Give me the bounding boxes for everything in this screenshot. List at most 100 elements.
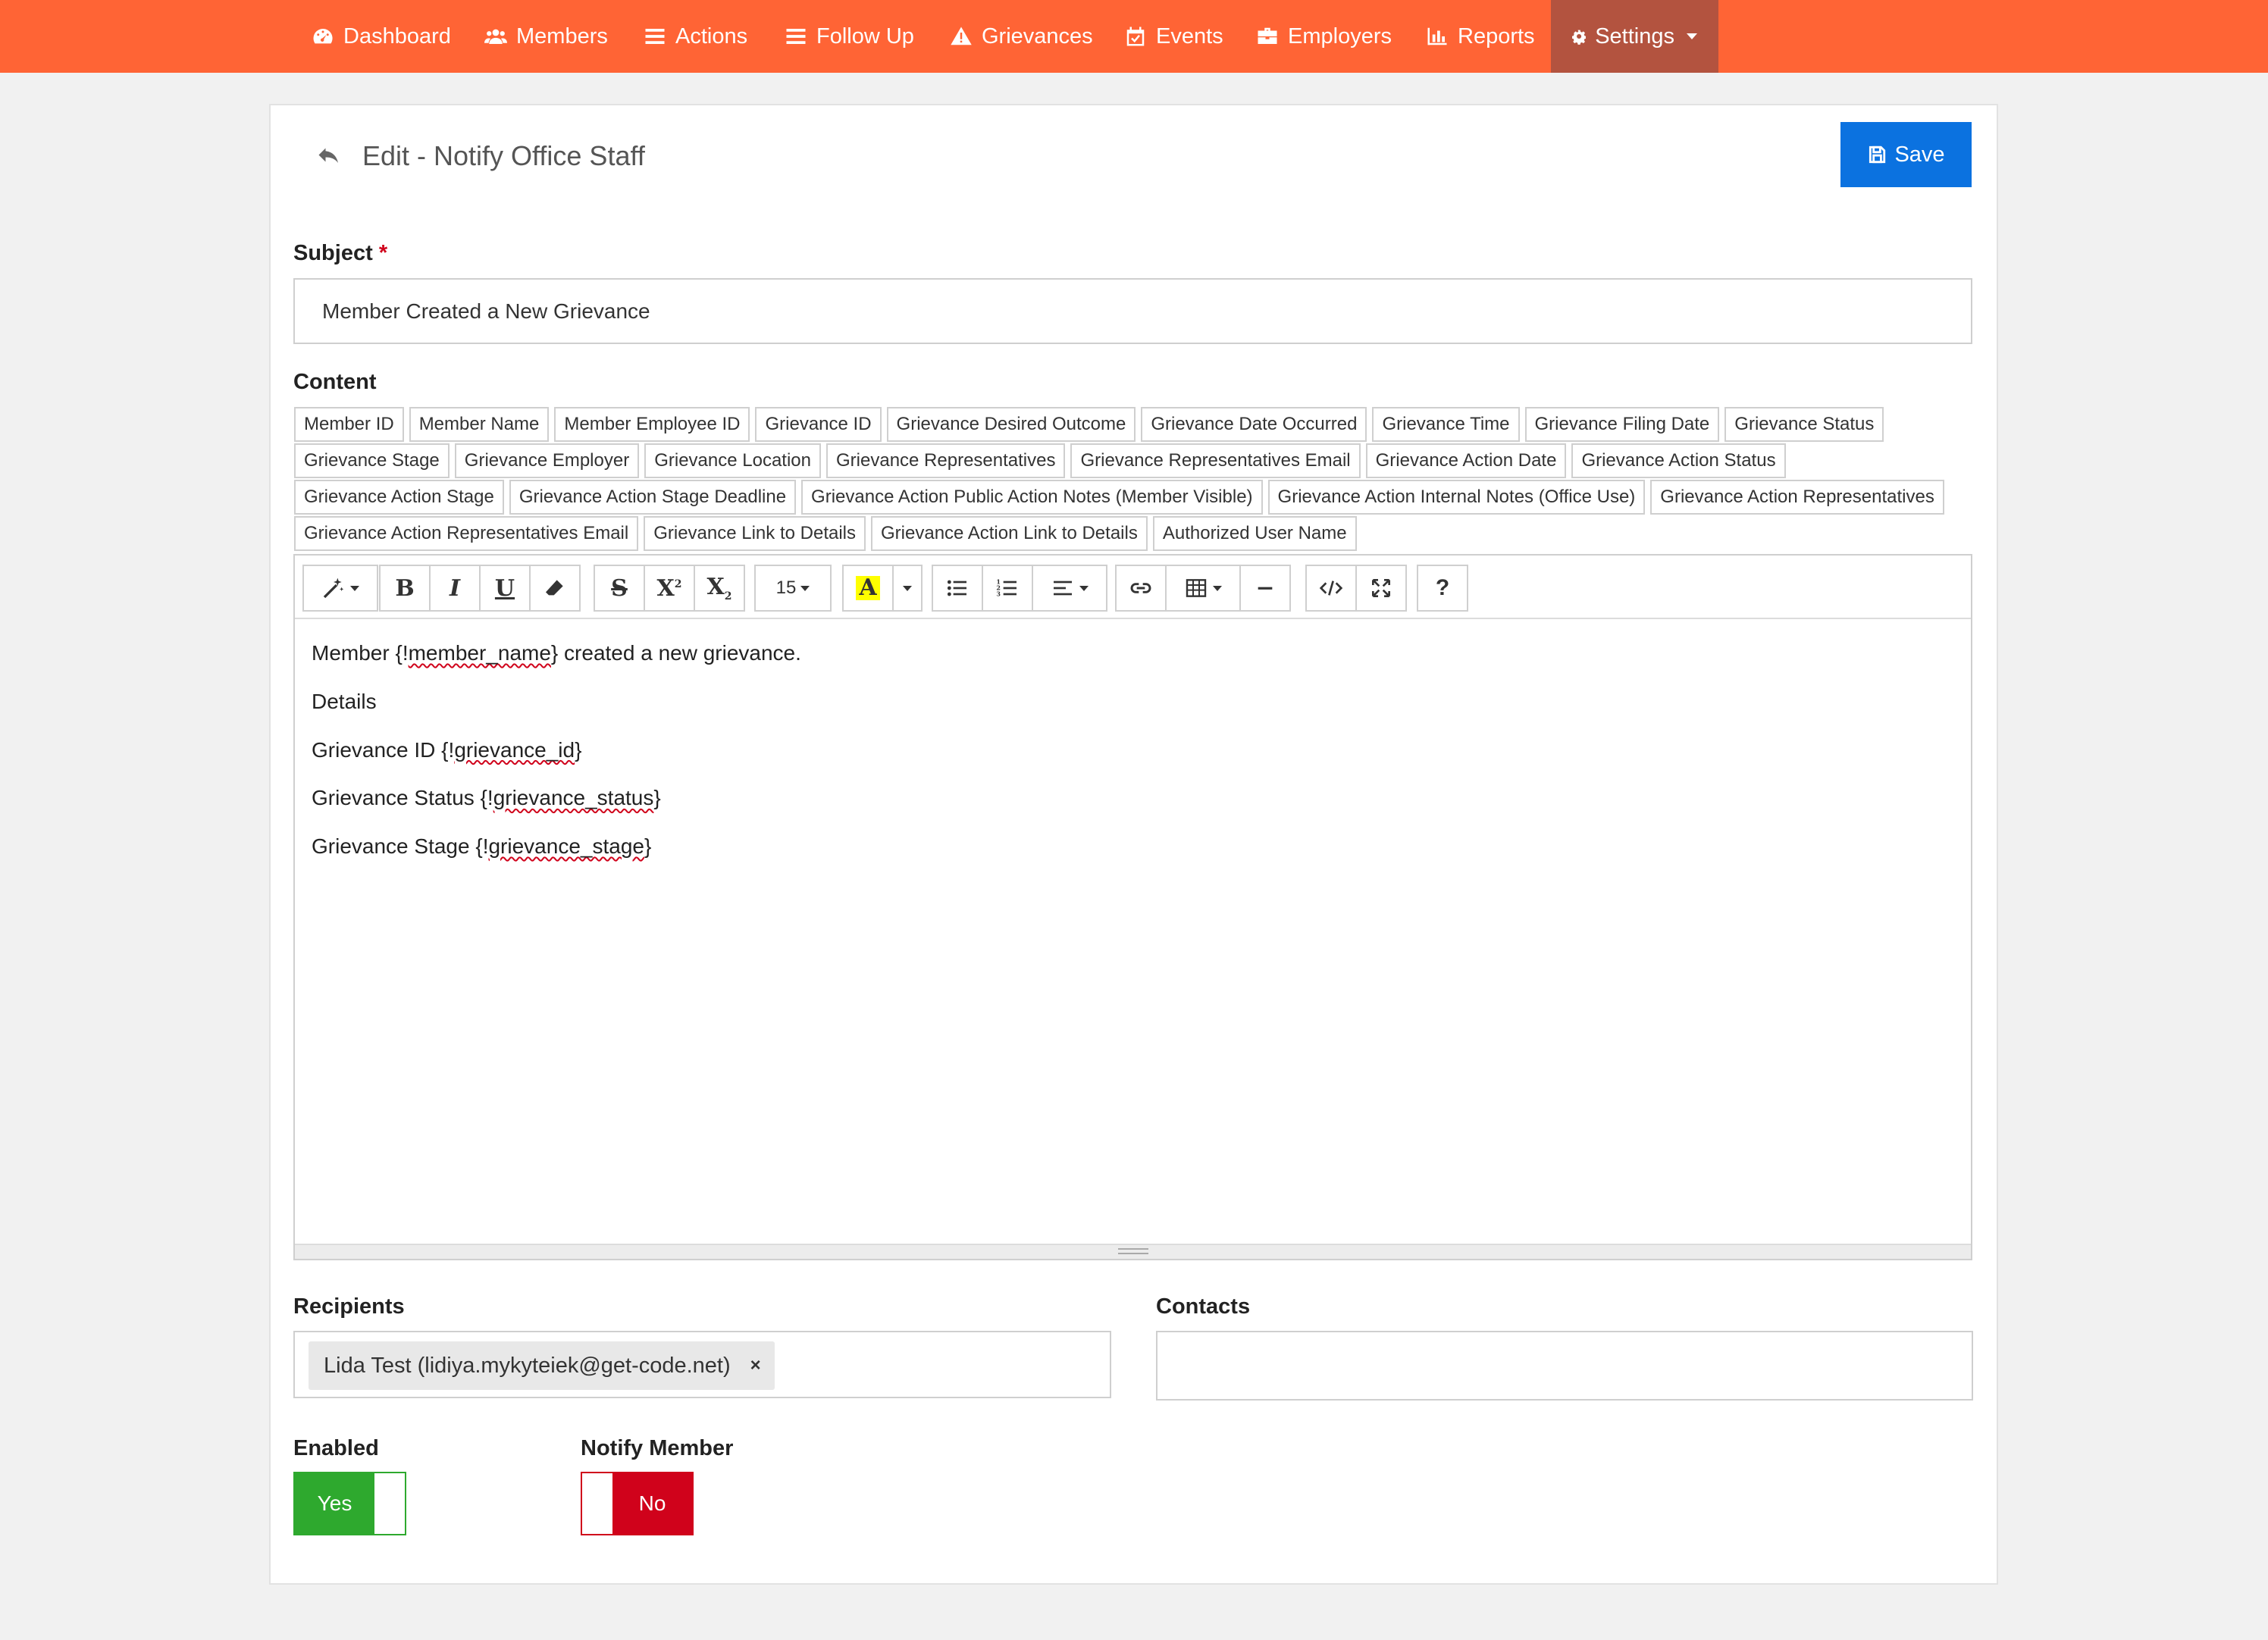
magic-wand-icon xyxy=(323,577,344,599)
users-icon xyxy=(484,29,507,44)
warning-icon xyxy=(951,27,972,45)
merge-tag-button[interactable]: Member Employee ID xyxy=(554,407,750,442)
chevron-down-icon xyxy=(1687,33,1697,39)
merge-tag-button[interactable]: Authorized User Name xyxy=(1152,516,1357,551)
code-view-button[interactable] xyxy=(1305,565,1357,612)
merge-tag-button[interactable]: Grievance Action Representatives xyxy=(1650,480,1944,515)
align-dropdown-button[interactable] xyxy=(1032,565,1107,612)
nav-settings[interactable]: Settings xyxy=(1551,0,1718,73)
merge-tag-button[interactable]: Grievance ID xyxy=(755,407,882,442)
color-dropdown-button[interactable] xyxy=(892,565,923,612)
notify-member-toggle[interactable]: No xyxy=(581,1472,694,1535)
merge-tag-button[interactable]: Grievance Desired Outcome xyxy=(886,407,1136,442)
unordered-list-button[interactable] xyxy=(932,565,983,612)
contacts-label: Contacts xyxy=(1156,1294,1251,1319)
page-title: Edit - Notify Office Staff xyxy=(362,140,645,171)
nav-events[interactable]: Events xyxy=(1124,0,1223,73)
merge-tag-button[interactable]: Grievance Action Public Action Notes (Me… xyxy=(801,480,1263,515)
back-arrow-icon[interactable] xyxy=(315,142,343,170)
bullet-list-icon xyxy=(947,580,966,596)
nav-members[interactable]: Members xyxy=(484,0,608,73)
merge-tag-button[interactable]: Grievance Date Occurred xyxy=(1141,407,1367,442)
style-dropdown-button[interactable] xyxy=(302,565,378,612)
merge-tag-button[interactable]: Grievance Action Link to Details xyxy=(871,516,1148,551)
editor-resize-handle[interactable] xyxy=(295,1244,1971,1259)
merge-tag-button[interactable]: Grievance Status xyxy=(1724,407,1884,442)
subject-input[interactable]: Member Created a New Grievance xyxy=(293,278,1972,344)
underline-button[interactable]: U xyxy=(479,565,531,612)
floppy-disk-icon xyxy=(1869,146,1886,164)
merge-tag-button[interactable]: Grievance Action Stage Deadline xyxy=(509,480,797,515)
ordered-list-button[interactable]: 123 xyxy=(982,565,1033,612)
help-icon: ? xyxy=(1435,575,1450,600)
subscript-button[interactable]: X2 xyxy=(694,565,745,612)
font-size-value: 15 xyxy=(775,577,797,598)
nav-follow-up[interactable]: Follow Up xyxy=(785,0,914,73)
fullscreen-button[interactable] xyxy=(1355,565,1407,612)
table-dropdown-button[interactable] xyxy=(1165,565,1241,612)
strikethrough-button[interactable]: S xyxy=(594,565,645,612)
bold-button[interactable]: B xyxy=(379,565,431,612)
recipient-chip: Lida Test (lidiya.mykyteiek@get-code.net… xyxy=(309,1341,775,1390)
nav-grievances[interactable]: Grievances xyxy=(950,0,1093,73)
rich-text-editor[interactable]: B I U S X2 X2 15 A 1 2 3 ? Member {!memb… xyxy=(293,554,1972,1260)
toolbar-group-script: S X2 X2 xyxy=(594,565,745,612)
merge-tag-button[interactable]: Member Name xyxy=(409,407,550,442)
recipients-select[interactable]: Lida Test (lidiya.mykyteiek@get-code.net… xyxy=(293,1331,1111,1398)
text-color-icon: A xyxy=(856,576,880,600)
merge-tag-button[interactable]: Grievance Employer xyxy=(454,443,640,478)
merge-tag-button[interactable]: Grievance Action Date xyxy=(1365,443,1567,478)
merge-tag-button[interactable]: Grievance Representatives Email xyxy=(1070,443,1361,478)
nav-reports[interactable]: Reports xyxy=(1426,0,1535,73)
merge-tag-button[interactable]: Grievance Action Internal Notes (Office … xyxy=(1267,480,1646,515)
merge-tag-button[interactable]: Grievance Location xyxy=(644,443,821,478)
caret-down-icon xyxy=(1213,585,1222,591)
recipient-chip-label: Lida Test (lidiya.mykyteiek@get-code.net… xyxy=(324,1353,731,1378)
nav-label: Follow Up xyxy=(816,23,914,49)
merge-tag-button[interactable]: Grievance Filing Date xyxy=(1524,407,1720,442)
follow-up-icon xyxy=(786,29,806,44)
merge-tag-button[interactable]: Grievance Action Status xyxy=(1571,443,1786,478)
caret-down-icon xyxy=(1079,585,1089,591)
merge-tag-button[interactable]: Grievance Action Representatives Email xyxy=(294,516,639,551)
content-line: Details xyxy=(312,689,377,713)
merge-tag-button[interactable]: Grievance Representatives xyxy=(826,443,1066,478)
clear-format-button[interactable] xyxy=(529,565,581,612)
nav-employers[interactable]: Employers xyxy=(1256,0,1392,73)
superscript-button[interactable]: X2 xyxy=(644,565,695,612)
merge-variable: grievance_status xyxy=(493,786,654,810)
text-segment: Grievance Stage {! xyxy=(312,834,489,859)
save-button[interactable]: Save xyxy=(1840,122,1972,187)
editor-content[interactable]: Member {!member_name} created a new grie… xyxy=(312,639,801,881)
help-button[interactable]: ? xyxy=(1417,565,1468,612)
subject-label-text: Subject xyxy=(293,241,373,265)
nav-label: Actions xyxy=(675,23,748,49)
merge-tag-list: Member ID Member Name Member Employee ID Gr… xyxy=(294,407,1977,551)
table-icon xyxy=(1186,579,1207,597)
text-segment: } xyxy=(653,786,661,810)
nav-actions[interactable]: Actions xyxy=(644,0,747,73)
merge-tag-button[interactable]: Member ID xyxy=(294,407,404,442)
link-button[interactable] xyxy=(1115,565,1167,612)
highlight-color-button[interactable]: A xyxy=(842,565,894,612)
merge-tag-button[interactable]: Grievance Action Stage xyxy=(294,480,504,515)
merge-tag-button[interactable]: Grievance Stage xyxy=(294,443,450,478)
merge-tag-button[interactable]: Grievance Link to Details xyxy=(644,516,866,551)
toggle-on-label: Yes xyxy=(295,1473,374,1534)
save-label: Save xyxy=(1894,142,1945,167)
italic-button[interactable]: I xyxy=(429,565,481,612)
enabled-toggle[interactable]: Yes xyxy=(293,1472,406,1535)
toolbar-group-view xyxy=(1305,565,1407,612)
nav-label: Dashboard xyxy=(343,23,451,49)
enabled-label: Enabled xyxy=(293,1436,379,1460)
toggle-off-label: No xyxy=(612,1473,692,1534)
nav-dashboard[interactable]: Dashboard xyxy=(312,0,451,73)
dashboard-icon xyxy=(313,28,333,44)
remove-recipient-icon[interactable]: × xyxy=(750,1355,761,1376)
contacts-select[interactable] xyxy=(1156,1331,1973,1401)
merge-tag-button[interactable]: Grievance Time xyxy=(1372,407,1520,442)
toolbar-group-color: A xyxy=(842,565,923,612)
horizontal-rule-button[interactable] xyxy=(1239,565,1291,612)
toggle-knob xyxy=(582,1473,612,1534)
font-size-dropdown[interactable]: 15 xyxy=(754,565,832,612)
